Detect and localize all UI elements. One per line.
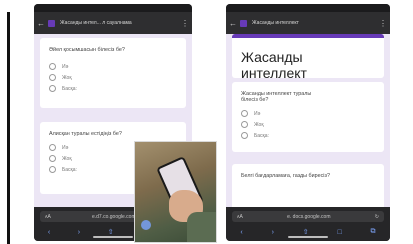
google-forms-icon (48, 19, 55, 27)
phone-screenshot-right: ← Жасанды интеллект ⋮ Жасанды интеллект … (226, 4, 390, 241)
option-label: Жоқ (62, 155, 72, 162)
app-bar-title: Жасанды интеллект (252, 20, 299, 26)
form-title-card: Жасанды интеллект (232, 34, 384, 81)
radio-button-icon[interactable] (241, 110, 248, 117)
share-icon[interactable]: ⇧ (108, 228, 114, 236)
radio-button-icon[interactable] (49, 155, 56, 162)
blurred-object (141, 220, 151, 230)
form-content: Жасанды интеллект Жасанды интеллект тура… (226, 34, 390, 207)
option-label: Басқа: (62, 85, 77, 92)
tabs-icon[interactable]: ⧉ (371, 228, 376, 236)
radio-button-icon[interactable] (49, 85, 56, 92)
radio-button-icon[interactable] (241, 121, 248, 128)
reload-icon[interactable]: ↻ (375, 214, 379, 220)
forward-nav-icon[interactable]: › (78, 229, 80, 236)
app-bar: ← Жасанды интел... л сауалнама ⋮ (34, 12, 192, 34)
back-nav-icon[interactable]: ‹ (240, 229, 242, 236)
option-yes[interactable]: Иә (49, 63, 68, 70)
home-indicator (93, 236, 133, 238)
left-divider-bar (7, 12, 10, 244)
url-text: e. docs.google.com (287, 213, 331, 220)
text-size-icon[interactable]: ᴀA (45, 214, 51, 220)
question-text: Алисқан туралы естідіңіз бе? (49, 131, 122, 137)
url-text: e.d7.co.google.com (91, 213, 136, 220)
option-label: Иә (62, 144, 69, 151)
option-no[interactable]: Жоқ (49, 74, 72, 81)
status-bar (34, 4, 192, 12)
option-label: Иә (62, 63, 69, 70)
radio-button-icon[interactable] (241, 132, 248, 139)
question-card: Жасанды интеллект туралы білесіз бе? Иә … (232, 82, 384, 152)
google-forms-icon (240, 19, 247, 27)
option-label: Басқа: (254, 132, 269, 139)
app-bar: ← Жасанды интеллект ⋮ (226, 12, 390, 34)
share-icon[interactable]: ⇧ (303, 228, 309, 236)
option-yes[interactable]: Иә (241, 110, 260, 117)
option-other[interactable]: Басқа: (241, 132, 269, 139)
hand-holding-phone-photo (134, 141, 217, 243)
address-bar[interactable]: ᴀA e. docs.google.com ↻ (232, 211, 384, 222)
question-text: Жасанды интеллект туралы білесіз бе? (241, 91, 312, 103)
option-no[interactable]: Жоқ (241, 121, 264, 128)
sleeve (187, 212, 216, 242)
option-label: Жоқ (62, 74, 72, 81)
question-card: Әйел қосымшасын білесіз бе? Иә Жоқ Басқа… (40, 38, 186, 108)
radio-button-icon[interactable] (49, 74, 56, 81)
back-arrow-icon[interactable]: ← (226, 19, 240, 28)
forward-nav-icon[interactable]: › (272, 229, 274, 236)
back-arrow-icon[interactable]: ← (34, 19, 48, 28)
option-yes[interactable]: Иә (49, 144, 68, 151)
status-bar (226, 4, 390, 12)
question-text: Белгі бағдарламаға, газды биресіз? (241, 173, 330, 179)
more-vert-icon[interactable]: ⋮ (376, 19, 390, 28)
bookmarks-icon[interactable]: □ (337, 229, 341, 236)
back-nav-icon[interactable]: ‹ (48, 229, 50, 236)
question-text: Әйел қосымшасын білесіз бе? (49, 47, 125, 53)
browser-bottom-bar: ᴀA e. docs.google.com ↻ ‹ › ⇧ □ ⧉ (226, 207, 390, 241)
option-label: Иә (254, 110, 261, 117)
option-other[interactable]: Басқа: (49, 166, 77, 173)
question-card: Белгі бағдарламаға, газды биресіз? (232, 164, 384, 207)
form-title: Жасанды интеллект (241, 49, 307, 81)
more-vert-icon[interactable]: ⋮ (178, 19, 192, 28)
option-label: Жоқ (254, 121, 264, 128)
option-label: Басқа: (62, 166, 77, 173)
radio-button-icon[interactable] (49, 144, 56, 151)
radio-button-icon[interactable] (49, 166, 56, 173)
option-no[interactable]: Жоқ (49, 155, 72, 162)
app-bar-title: Жасанды интел... л сауалнама (60, 20, 132, 26)
option-other[interactable]: Басқа: (49, 85, 77, 92)
home-indicator (288, 236, 328, 238)
radio-button-icon[interactable] (49, 63, 56, 70)
text-size-icon[interactable]: ᴀA (237, 214, 243, 220)
